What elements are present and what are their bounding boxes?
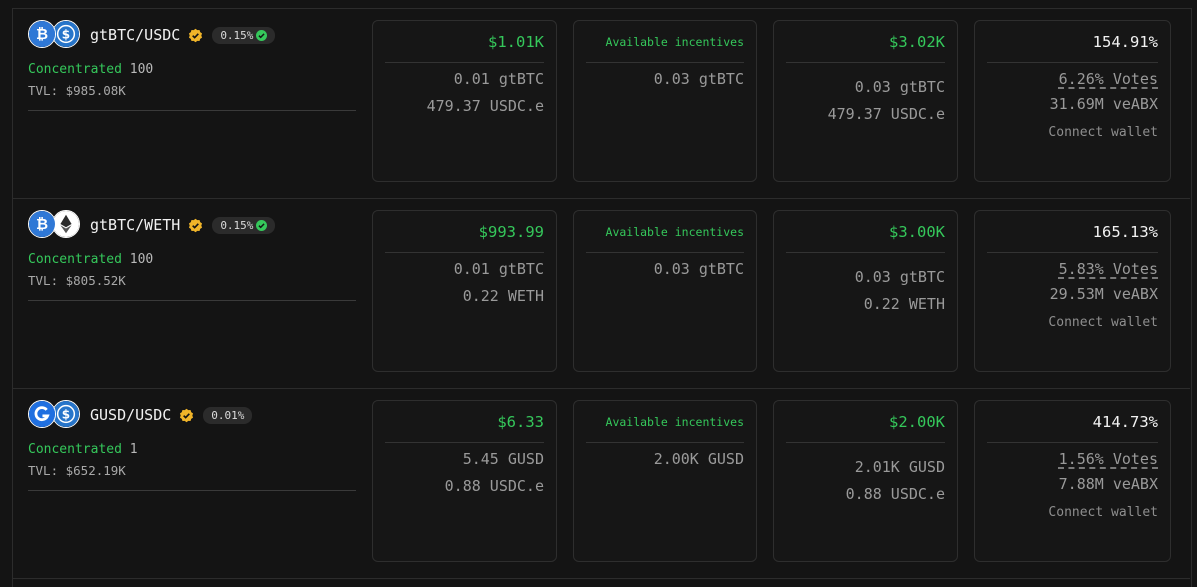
token-pair-icons: ₿	[28, 210, 82, 240]
fees-card: $2.00K 2.01K GUSD 0.88 USDC.e	[773, 400, 958, 562]
votes-link[interactable]: 6.26% Votes	[1059, 70, 1158, 88]
apr-card: 414.73% 1.56% Votes 7.88M veABX Connect …	[974, 400, 1171, 562]
connect-wallet-button[interactable]: Connect wallet	[987, 315, 1158, 330]
fee-badge: 0.15%	[212, 216, 276, 234]
votes-link[interactable]: 1.56% Votes	[1059, 450, 1158, 468]
apr-total: 165.13%	[1092, 222, 1158, 241]
incentives-label: Available incentives	[605, 224, 744, 239]
volume-token-2: 0.88 USDC.e	[444, 477, 544, 495]
incentives-token-1: 0.03 gtBTC	[653, 70, 744, 88]
apr-total: 154.91%	[1092, 32, 1158, 51]
pool-tick-spacing: 100	[129, 62, 154, 77]
incentives-label: Available incentives	[605, 34, 744, 49]
volume-token-2: 0.22 WETH	[462, 287, 544, 305]
fee-badge: 0.15%	[212, 26, 276, 44]
usdc-icon: $	[52, 400, 80, 428]
fee-value: 0.01%	[211, 408, 245, 422]
votes-link[interactable]: 5.83% Votes	[1059, 260, 1158, 278]
fees-total: $2.00K	[889, 412, 945, 431]
check-circle-icon	[256, 29, 268, 41]
volume-token-2: 479.37 USDC.e	[426, 97, 544, 115]
svg-text:$: $	[62, 28, 70, 42]
volume-card: $993.99 0.01 gtBTC 0.22 WETH	[372, 210, 557, 372]
svg-text:$: $	[62, 408, 70, 422]
volume-total: $993.99	[478, 222, 544, 241]
fees-card: $3.02K 0.03 gtBTC 479.37 USDC.e	[773, 20, 958, 182]
pool-pair-name[interactable]: GUSD/USDC	[90, 406, 171, 424]
fees-token-1: 0.03 gtBTC	[854, 268, 945, 286]
verified-badge-icon	[188, 28, 203, 43]
pool-type-label: Concentrated	[28, 442, 122, 457]
veabx-amount: 7.88M veABX	[1058, 475, 1158, 493]
fees-token-1: 2.01K GUSD	[854, 458, 945, 476]
pool-row: $ GUSD/USDC 0.01% Concentrated 1 TVL: $6…	[12, 388, 1190, 579]
connect-wallet-button[interactable]: Connect wallet	[987, 125, 1158, 140]
fee-value: 0.15%	[220, 28, 254, 42]
divider	[28, 490, 356, 491]
verified-badge-icon	[179, 408, 194, 423]
pool-tvl: TVL: $805.52K	[28, 273, 126, 288]
verified-badge-icon	[188, 218, 203, 233]
pool-tvl: TVL: $985.08K	[28, 83, 126, 98]
incentives-token-1: 0.03 gtBTC	[653, 260, 744, 278]
pool-tick-spacing: 1	[129, 442, 138, 457]
check-circle-icon	[256, 219, 268, 231]
token-pair-icons: $	[28, 400, 82, 430]
pool-info: ₿ gtBTC/WETH 0.15% Concentrated 100 TVL:…	[28, 210, 356, 301]
pool-pair-name[interactable]: gtBTC/WETH	[90, 216, 180, 234]
usdc-icon: $	[52, 20, 80, 48]
volume-total: $1.01K	[488, 32, 544, 51]
pool-type-label: Concentrated	[28, 62, 122, 77]
apr-card: 165.13% 5.83% Votes 29.53M veABX Connect…	[974, 210, 1171, 372]
fee-value: 0.15%	[220, 218, 254, 232]
volume-total: $6.33	[497, 412, 544, 431]
volume-token-1: 5.45 GUSD	[462, 450, 544, 468]
volume-token-1: 0.01 gtBTC	[453, 260, 544, 278]
incentives-label: Available incentives	[605, 414, 744, 429]
pool-info: $ GUSD/USDC 0.01% Concentrated 1 TVL: $6…	[28, 400, 356, 491]
veabx-amount: 31.69M veABX	[1049, 95, 1158, 113]
incentives-token-1: 2.00K GUSD	[653, 450, 744, 468]
pool-tvl: TVL: $652.19K	[28, 463, 126, 478]
divider	[28, 110, 356, 111]
bitcoin-icon: ₿	[28, 20, 56, 48]
fees-total: $3.00K	[889, 222, 945, 241]
incentives-card: Available incentives 0.03 gtBTC	[573, 20, 757, 182]
token-pair-icons: ₿ $	[28, 20, 82, 50]
ethereum-icon	[52, 210, 80, 238]
pool-row: ₿ gtBTC/WETH 0.15% Concentrated 100 TVL:…	[12, 198, 1190, 389]
volume-card: $1.01K 0.01 gtBTC 479.37 USDC.e	[372, 20, 557, 182]
divider	[28, 300, 356, 301]
volume-card: $6.33 5.45 GUSD 0.88 USDC.e	[372, 400, 557, 562]
pool-pair-name[interactable]: gtBTC/USDC	[90, 26, 180, 44]
veabx-amount: 29.53M veABX	[1049, 285, 1158, 303]
volume-token-1: 0.01 gtBTC	[453, 70, 544, 88]
connect-wallet-button[interactable]: Connect wallet	[987, 505, 1158, 520]
pool-row: ₿ $ gtBTC/USDC 0.15% Concentrated 100 TV…	[12, 8, 1190, 199]
apr-total: 414.73%	[1092, 412, 1158, 431]
fees-token-1: 0.03 gtBTC	[854, 78, 945, 96]
fees-card: $3.00K 0.03 gtBTC 0.22 WETH	[773, 210, 958, 372]
pool-tick-spacing: 100	[129, 252, 154, 267]
pool-type-label: Concentrated	[28, 252, 122, 267]
gusd-icon	[28, 400, 56, 428]
apr-card: 154.91% 6.26% Votes 31.69M veABX Connect…	[974, 20, 1171, 182]
fees-token-2: 0.22 WETH	[863, 295, 945, 313]
svg-text:₿: ₿	[36, 25, 48, 43]
incentives-card: Available incentives 2.00K GUSD	[573, 400, 757, 562]
fees-token-2: 479.37 USDC.e	[827, 105, 945, 123]
fees-token-2: 0.88 USDC.e	[845, 485, 945, 503]
fee-badge: 0.01%	[203, 406, 253, 424]
fees-total: $3.02K	[889, 32, 945, 51]
svg-text:₿: ₿	[36, 215, 48, 233]
bitcoin-icon: ₿	[28, 210, 56, 238]
incentives-card: Available incentives 0.03 gtBTC	[573, 210, 757, 372]
pool-info: ₿ $ gtBTC/USDC 0.15% Concentrated 100 TV…	[28, 20, 356, 111]
